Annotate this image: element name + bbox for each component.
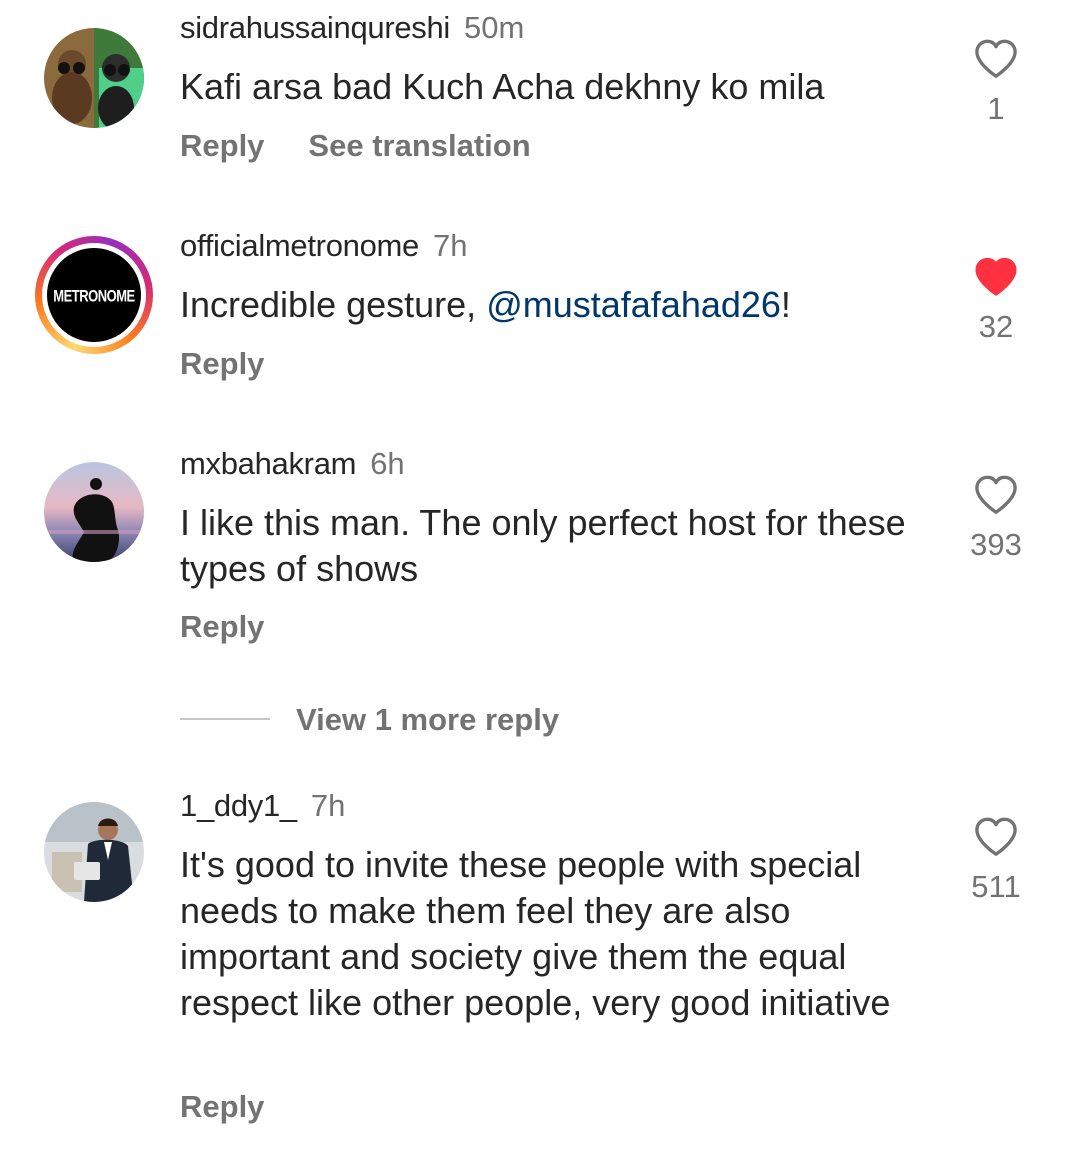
like-count: 393 — [970, 527, 1022, 562]
comment-actions: Reply — [180, 1087, 264, 1127]
comment-header: mxbahakram 6h — [180, 444, 405, 484]
comment-text: It's good to invite these people with sp… — [180, 844, 891, 1023]
username[interactable]: 1_ddy1_ — [180, 788, 297, 823]
heart-outline-icon — [975, 475, 1017, 514]
username[interactable]: mxbahakram — [180, 446, 356, 481]
comment-text-part: Incredible gesture, — [180, 284, 487, 325]
avatar-logo: METRONOME — [47, 248, 141, 342]
heart-filled-icon — [975, 257, 1017, 296]
comment-actions: Reply — [180, 344, 264, 384]
like-button[interactable]: 511 — [965, 816, 1027, 906]
comment-time: 50m — [464, 10, 525, 45]
comment-header: sidrahussainqureshi 50m — [180, 8, 524, 48]
avatar-logo-text: METRONOME — [53, 285, 135, 305]
like-button[interactable]: 1 — [965, 38, 1027, 128]
view-more-replies-label: View 1 more reply — [296, 702, 560, 737]
like-count: 32 — [978, 309, 1014, 344]
username[interactable]: officialmetronome — [180, 228, 419, 263]
like-button[interactable]: 393 — [965, 474, 1027, 564]
avatar[interactable] — [44, 28, 144, 128]
heart-outline-icon — [975, 39, 1017, 78]
avatar-image-icon — [44, 462, 144, 562]
avatar[interactable] — [44, 462, 144, 562]
heart-outline-icon — [975, 817, 1017, 856]
like-button[interactable]: 32 — [965, 256, 1027, 346]
comment-text: I like this man. The only perfect host f… — [180, 502, 906, 589]
comment-time: 7h — [433, 228, 468, 263]
reply-button[interactable]: Reply — [180, 609, 264, 644]
avatar-ring: METRONOME — [42, 243, 146, 347]
see-translation-button[interactable]: See translation — [308, 128, 530, 163]
reply-button[interactable]: Reply — [180, 128, 264, 163]
comment-header: 1_ddy1_ 7h — [180, 786, 345, 826]
avatar[interactable] — [44, 802, 144, 902]
avatar[interactable]: METRONOME — [35, 236, 153, 354]
like-count: 511 — [971, 869, 1021, 904]
comment-header: officialmetronome 7h — [180, 226, 467, 266]
divider-line — [180, 718, 270, 720]
username[interactable]: sidrahussainqureshi — [180, 10, 450, 45]
comment-actions: Reply See translation — [180, 126, 531, 166]
like-count: 1 — [987, 91, 1005, 126]
comment-text-part: ! — [780, 284, 791, 325]
avatar-image-icon — [44, 802, 144, 902]
comment-text: Incredible gesture, @mustafafahad26! — [180, 282, 920, 328]
reply-button[interactable]: Reply — [180, 346, 264, 381]
comment-time: 6h — [370, 446, 405, 481]
comment-actions: Reply — [180, 607, 264, 647]
mention-link[interactable]: @mustafafahad26 — [486, 284, 781, 325]
reply-button[interactable]: Reply — [180, 1089, 264, 1124]
comment-text: Kafi arsa bad Kuch Acha dekhny ko mila — [180, 66, 825, 107]
comment-time: 7h — [310, 788, 346, 823]
avatar-image-icon — [44, 28, 144, 128]
